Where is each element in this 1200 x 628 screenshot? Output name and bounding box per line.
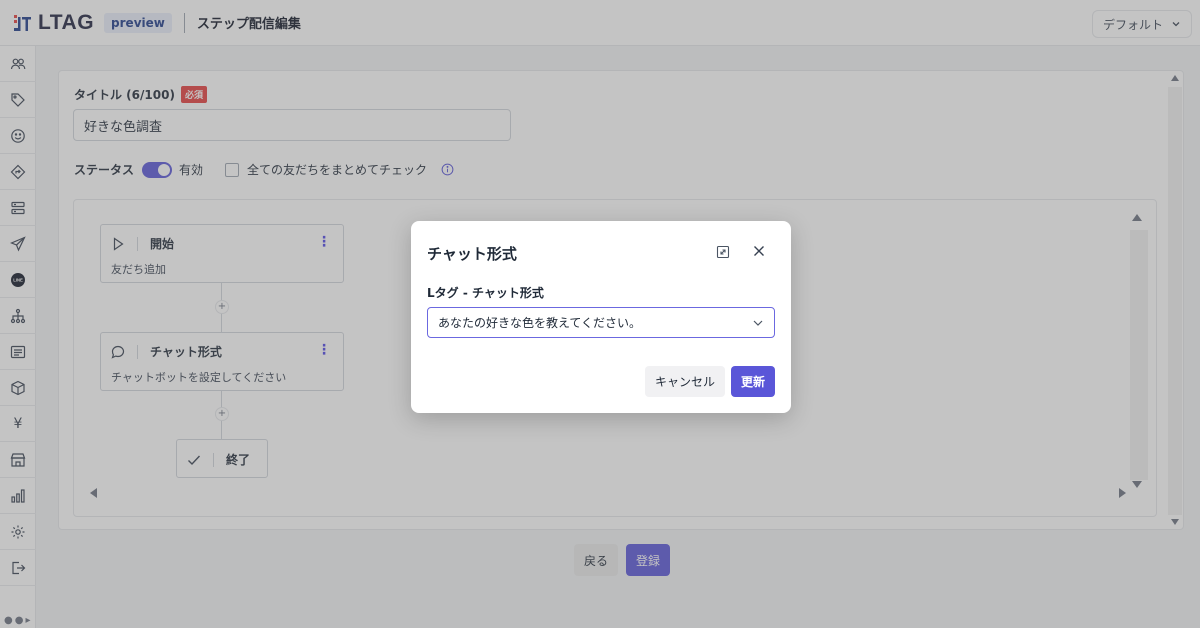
chat-format-field-label: Lタグ - チャット形式: [427, 286, 544, 300]
select-value: あなたの好きな色を教えてください。: [438, 316, 642, 330]
dialog-title: チャット形式: [427, 245, 517, 263]
cancel-button[interactable]: キャンセル: [645, 366, 725, 397]
chat-format-select[interactable]: あなたの好きな色を教えてください。: [427, 307, 775, 338]
chat-format-dialog: チャット形式 Lタグ - チャット形式 あなたの好きな色を教えてください。 キャ…: [411, 221, 791, 413]
update-button[interactable]: 更新: [731, 366, 775, 397]
close-icon[interactable]: [752, 244, 766, 258]
chevron-down-icon: [753, 320, 763, 326]
expand-icon[interactable]: [716, 245, 730, 259]
